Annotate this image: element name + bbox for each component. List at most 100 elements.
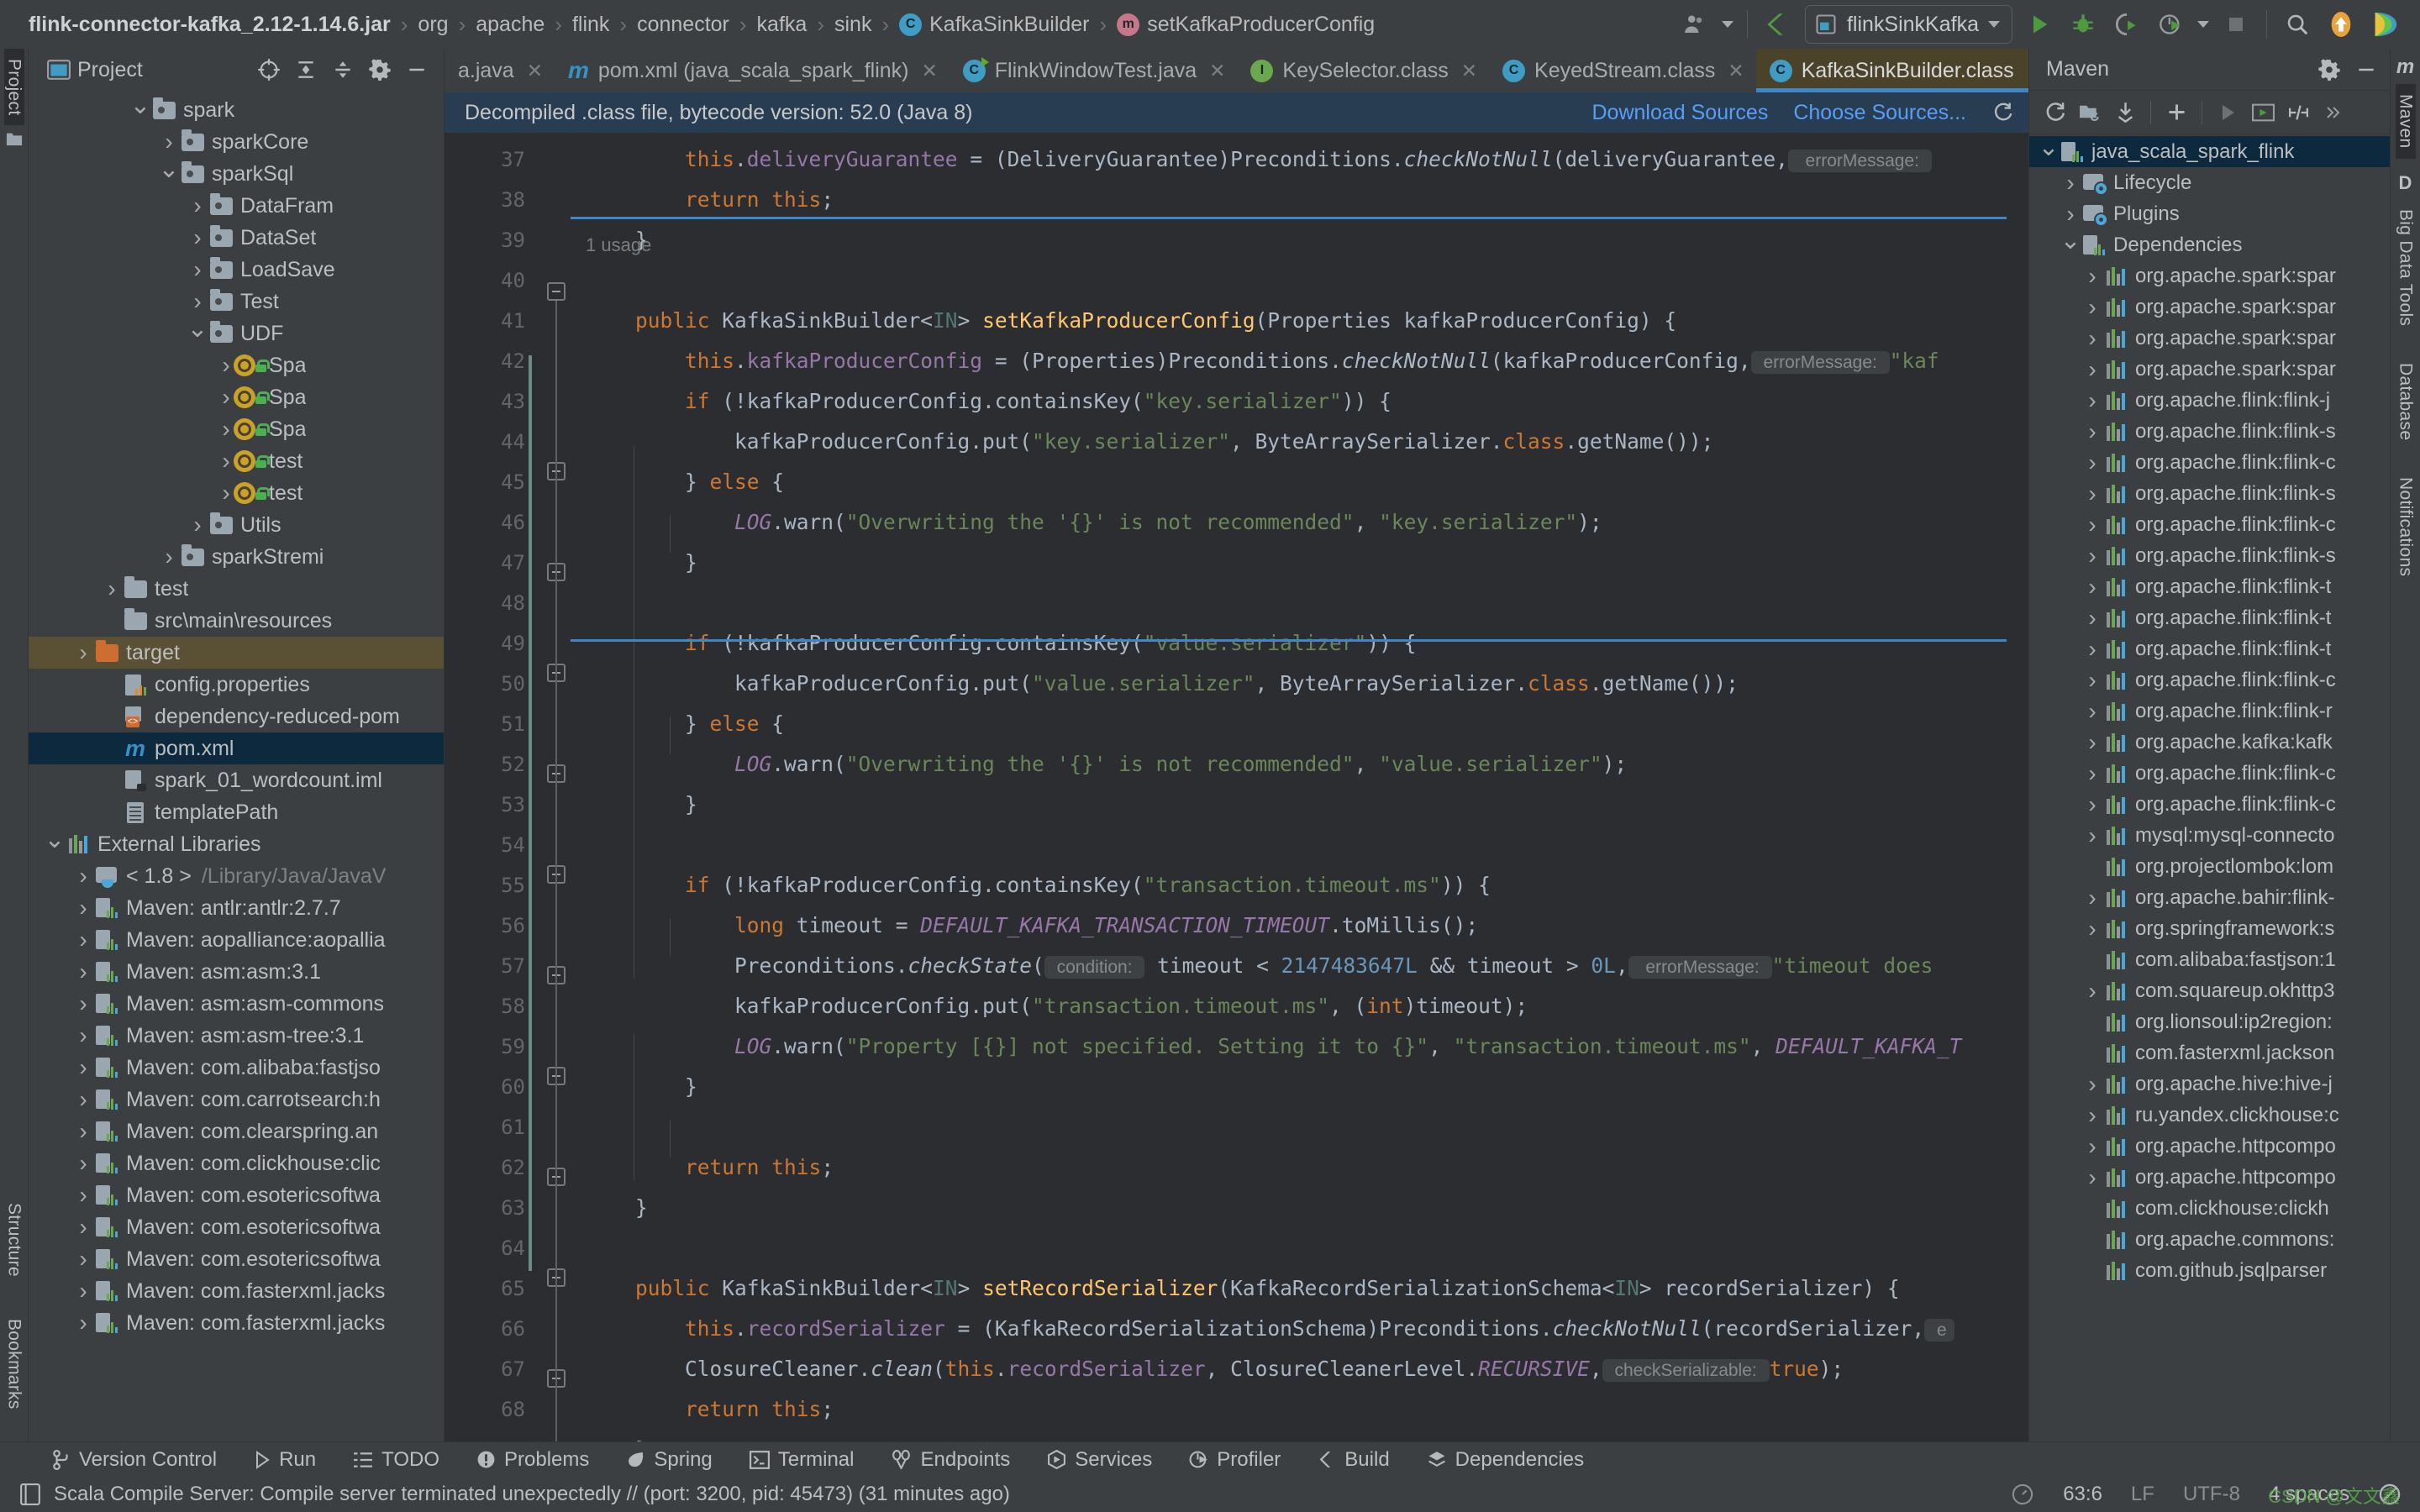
chevron-right-icon[interactable]: › xyxy=(2081,885,2103,911)
chevron-right-icon[interactable]: › xyxy=(2081,822,2103,849)
editor-marker-stripe[interactable] xyxy=(2007,133,2028,1441)
chevron-right-icon[interactable]: › xyxy=(72,1054,94,1081)
project-view-icon[interactable] xyxy=(40,53,77,87)
close-icon[interactable]: ✕ xyxy=(2027,60,2028,82)
breadcrumb-item[interactable]: flink-connector-kafka_2.12-1.14.6.jar xyxy=(29,13,391,37)
maven-tree-item[interactable]: › org.apache.httpcompo xyxy=(2029,1162,2390,1193)
tool-tab-structure[interactable]: Structure xyxy=(4,1193,24,1287)
tree-item[interactable]: › Maven: com.esotericsoftwa xyxy=(29,1211,444,1243)
reload-projects-icon[interactable] xyxy=(2038,96,2071,129)
editor-fold-column[interactable] xyxy=(537,133,571,1441)
close-icon[interactable]: ✕ xyxy=(1461,60,1477,82)
chevron-right-icon[interactable]: › xyxy=(2081,449,2103,476)
maven-tree-item[interactable]: › ru.yandex.clickhouse:c xyxy=(2029,1100,2390,1131)
chevron-right-icon[interactable]: › xyxy=(2081,512,2103,538)
maven-tree-item[interactable]: › mysql:mysql-connecto xyxy=(2029,820,2390,851)
tree-item[interactable]: › Maven: com.esotericsoftwa xyxy=(29,1243,444,1275)
maven-tree-item[interactable]: ⌄ Dependencies xyxy=(2029,228,2390,260)
locate-icon[interactable] xyxy=(250,53,287,87)
chevron-right-icon[interactable]: › xyxy=(187,192,208,219)
tree-item[interactable]: › < 1.8 > /Library/Java/JavaV xyxy=(29,860,444,892)
chevron-right-icon[interactable]: › xyxy=(2081,605,2103,632)
bottom-tab-spring[interactable]: Spring xyxy=(608,1448,730,1472)
chevron-right-icon[interactable]: › xyxy=(72,1022,94,1049)
tree-item[interactable]: templatePath xyxy=(29,796,444,828)
chevron-right-icon[interactable]: › xyxy=(2081,729,2103,756)
chevron-right-icon[interactable]: › xyxy=(2081,325,2103,352)
tree-item[interactable]: › test xyxy=(29,573,444,605)
update-icon[interactable] xyxy=(2319,5,2363,44)
project-icon[interactable] xyxy=(5,130,24,147)
code-content[interactable]: this.deliveryGuarantee = (DeliveryGuaran… xyxy=(571,133,2028,1441)
ide-logo-icon[interactable] xyxy=(2363,5,2407,44)
chevron-right-icon[interactable]: › xyxy=(72,1150,94,1177)
maven-tree-item[interactable]: › org.apache.flink:flink-t xyxy=(2029,571,2390,602)
tree-item[interactable]: › Maven: asm:asm:3.1 xyxy=(29,956,444,988)
close-icon[interactable]: ✕ xyxy=(922,60,938,82)
add-icon[interactable] xyxy=(2160,96,2193,129)
settings-gear-icon[interactable] xyxy=(2311,53,2348,87)
tree-item[interactable]: › Spa xyxy=(29,413,444,445)
console-icon[interactable] xyxy=(20,1483,40,1505)
execute-maven-goal-icon[interactable] xyxy=(2246,96,2280,129)
maven-tree-item[interactable]: com.clickhouse:clickh xyxy=(2029,1193,2390,1224)
tree-item[interactable]: › Maven: com.clearspring.an xyxy=(29,1116,444,1147)
tree-item[interactable]: ⌄ UDF xyxy=(29,317,444,349)
maven-tree-item[interactable]: › org.apache.flink:flink-s xyxy=(2029,416,2390,447)
bigdata-icon[interactable]: D xyxy=(2399,172,2412,194)
bottom-tab-terminal[interactable]: Terminal xyxy=(731,1448,873,1472)
chevron-right-icon[interactable]: › xyxy=(158,129,180,155)
maven-tree-item[interactable]: › org.apache.flink:flink-t xyxy=(2029,602,2390,633)
tree-item[interactable]: › Maven: com.fasterxml.jacks xyxy=(29,1275,444,1307)
chevron-right-icon[interactable]: › xyxy=(187,256,208,283)
maven-tree-item[interactable]: › org.apache.flink:flink-c xyxy=(2029,447,2390,478)
breadcrumb-item[interactable]: kafka xyxy=(757,13,808,37)
tree-item[interactable]: <> dependency-reduced-pom xyxy=(29,701,444,732)
chevron-down-icon[interactable]: ⌄ xyxy=(44,827,66,853)
maven-tree-item[interactable]: › org.apache.flink:flink-r xyxy=(2029,696,2390,727)
chevron-right-icon[interactable]: › xyxy=(2081,543,2103,570)
maven-tree-item[interactable]: › org.apache.spark:spar xyxy=(2029,323,2390,354)
maven-tree-item[interactable]: › org.apache.bahir:flink- xyxy=(2029,882,2390,913)
line-separator[interactable]: LF xyxy=(2131,1483,2154,1506)
maven-tree-item[interactable]: › org.apache.flink:flink-c xyxy=(2029,509,2390,540)
run-button[interactable] xyxy=(2018,5,2061,44)
chevron-right-icon[interactable]: › xyxy=(2081,916,2103,942)
tree-item[interactable]: › DataFram xyxy=(29,190,444,222)
chevron-right-icon[interactable]: › xyxy=(187,224,208,251)
tool-tab-notifications[interactable]: Notifications xyxy=(2396,467,2416,586)
maven-tree-item[interactable]: › com.squareup.okhttp3 xyxy=(2029,975,2390,1006)
chevron-right-icon[interactable]: › xyxy=(72,863,94,890)
tree-item[interactable]: › Maven: antlr:antlr:2.7.7 xyxy=(29,892,444,924)
editor-tab[interactable]: I KeySelector.class ✕ xyxy=(1237,49,1489,92)
maven-tree-item[interactable]: › org.apache.hive:hive-j xyxy=(2029,1068,2390,1100)
maven-tree-item[interactable]: › org.apache.flink:flink-c xyxy=(2029,758,2390,789)
chevron-right-icon[interactable]: › xyxy=(2081,698,2103,725)
bottom-tab-version-control[interactable]: Version Control xyxy=(34,1448,235,1472)
file-encoding[interactable]: UTF-8 xyxy=(2183,1483,2240,1506)
bottom-tab-problems[interactable]: Problems xyxy=(458,1448,608,1472)
tree-item[interactable]: config.properties xyxy=(29,669,444,701)
chevron-right-icon[interactable]: › xyxy=(101,575,123,602)
account-chevron-down-icon[interactable] xyxy=(1717,5,1739,44)
debug-button[interactable] xyxy=(2061,5,2105,44)
editor-tab[interactable]: a.java ✕ xyxy=(445,49,555,92)
refresh-icon[interactable] xyxy=(1991,102,2028,123)
hide-panel-icon[interactable] xyxy=(398,53,435,87)
stop-button[interactable] xyxy=(2214,5,2258,44)
maven-tree-item[interactable]: org.apache.commons: xyxy=(2029,1224,2390,1255)
tree-item[interactable]: › target xyxy=(29,637,444,669)
tree-item[interactable]: ⌄ External Libraries xyxy=(29,827,444,860)
tree-item[interactable]: › test xyxy=(29,445,444,477)
chevron-right-icon[interactable]: › xyxy=(72,990,94,1017)
download-sources-icon[interactable] xyxy=(2108,96,2142,129)
chevron-right-icon[interactable]: › xyxy=(2081,294,2103,321)
chevron-right-icon[interactable]: › xyxy=(2081,387,2103,414)
tree-item[interactable]: src\main\resources xyxy=(29,605,444,637)
progress-icon[interactable] xyxy=(2011,1483,2034,1506)
chevron-right-icon[interactable]: › xyxy=(72,958,94,985)
breadcrumb-item[interactable]: sink xyxy=(834,13,871,37)
maven-tree-item[interactable]: org.projectlombok:lom xyxy=(2029,851,2390,882)
chevron-down-icon[interactable]: ⌄ xyxy=(2060,228,2081,254)
tree-item[interactable]: ⌄ sparkSql xyxy=(29,157,444,190)
